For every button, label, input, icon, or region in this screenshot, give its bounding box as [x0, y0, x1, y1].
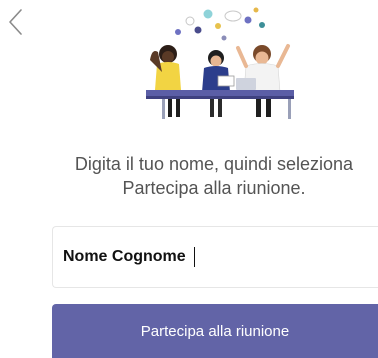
instruction-line-1: Digita il tuo nome, quindi seleziona [74, 154, 354, 174]
instruction-line-2: Partecipa alla riunione. [122, 178, 306, 198]
meeting-people-illustration [146, 7, 294, 119]
text-caret [194, 247, 195, 267]
chevron-left-icon [9, 9, 22, 35]
join-meeting-button[interactable]: Partecipa alla riunione [52, 304, 378, 358]
instruction-text: Digita il tuo nome, quindi seleziona Par… [40, 152, 378, 200]
name-input[interactable] [52, 226, 378, 288]
back-button[interactable] [4, 6, 28, 40]
